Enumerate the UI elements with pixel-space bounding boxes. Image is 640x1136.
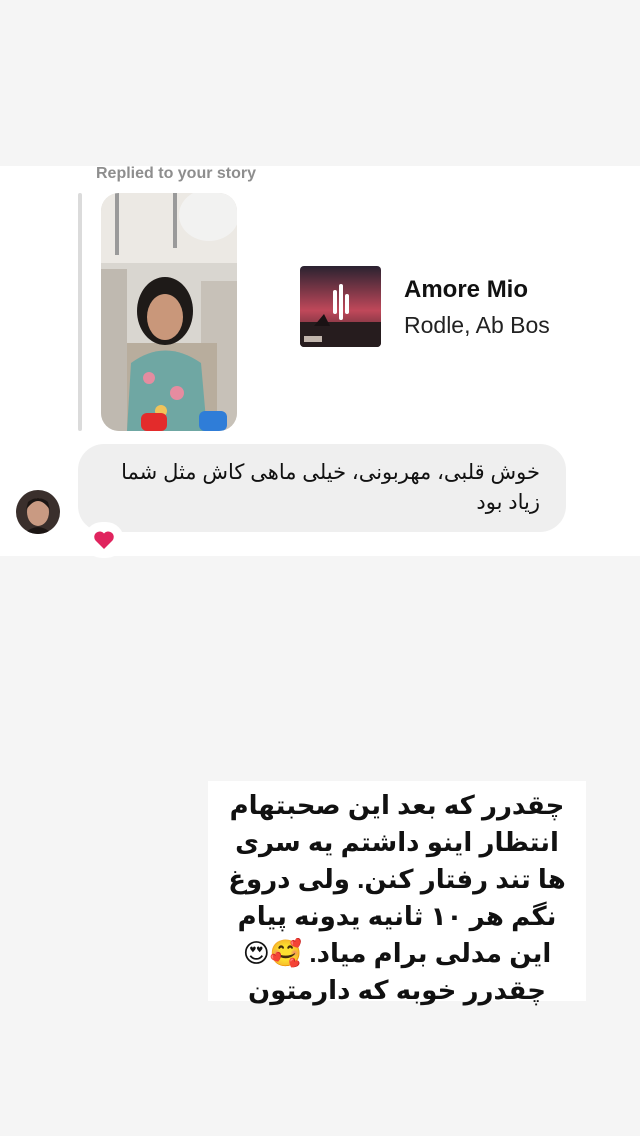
message-bubble[interactable]: خوش قلبی، مهربونی، خیلی ماهی کاش مثل شما… [78, 444, 566, 532]
story-caption-text: چقدرر که بعد این صحبتهام انتظار اینو داش… [228, 790, 566, 1005]
music-sticker[interactable]: Amore Mio Rodle, Ab Bos [300, 266, 590, 348]
reply-quote-bar [78, 193, 82, 431]
avatar[interactable] [16, 490, 60, 534]
replied-to-story-label: Replied to your story [96, 165, 257, 182]
heart-icon [94, 531, 114, 549]
message-text: خوش قلبی، مهربونی، خیلی ماهی کاش مثل شما… [121, 461, 540, 514]
heart-reaction[interactable] [84, 522, 124, 558]
story-caption-box: چقدرر که بعد این صحبتهام انتظار اینو داش… [208, 781, 586, 1005]
song-artist: Rodle, Ab Bos [404, 312, 550, 338]
story-photo [101, 193, 237, 431]
song-title: Amore Mio [404, 276, 529, 303]
story-thumbnail[interactable] [101, 193, 237, 431]
album-art [300, 266, 381, 347]
